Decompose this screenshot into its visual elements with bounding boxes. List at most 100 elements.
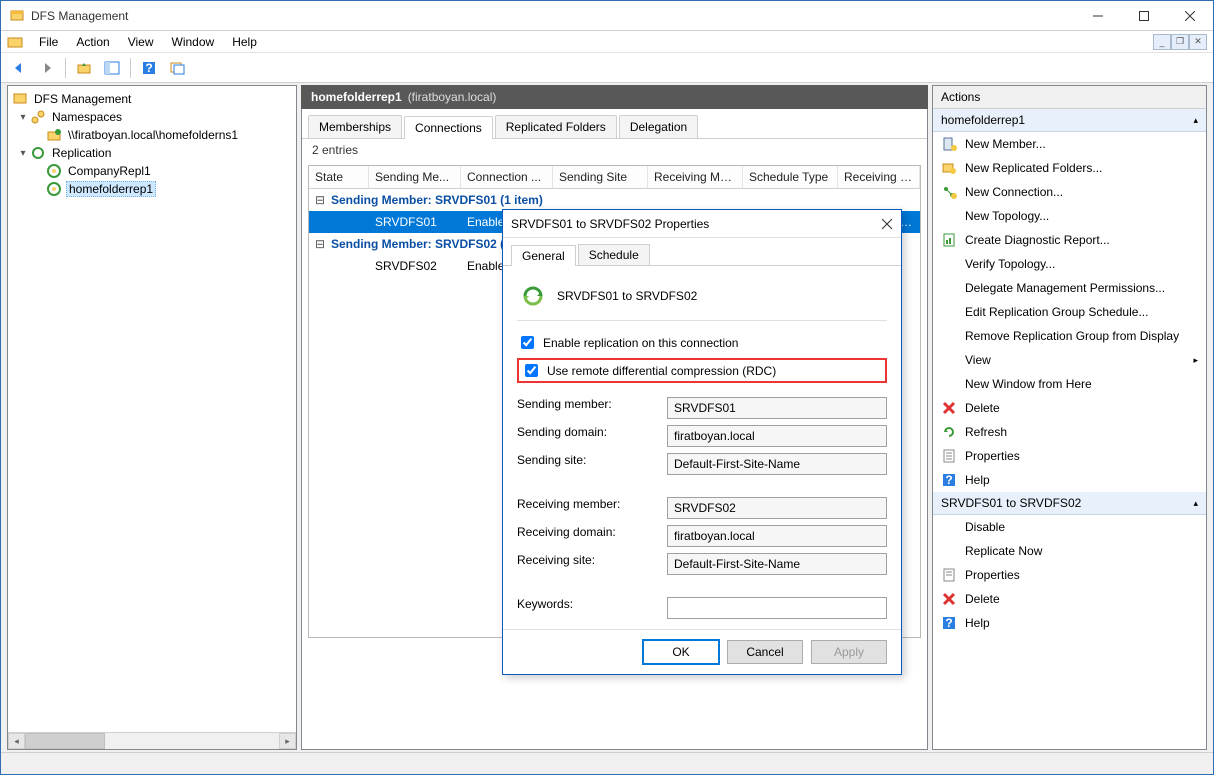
tree-replication-item[interactable]: CompanyRepl1 — [10, 162, 294, 180]
forward-button[interactable] — [35, 56, 59, 80]
titlebar: DFS Management — [1, 1, 1213, 31]
action-delete-2[interactable]: Delete — [933, 587, 1206, 611]
menu-window[interactable]: Window — [164, 33, 223, 51]
center-subtitle: (firatboyan.local) — [408, 90, 497, 104]
checkbox-enable-replication[interactable] — [521, 336, 534, 349]
form-separator — [517, 581, 887, 591]
rep-group-icon — [46, 163, 62, 179]
collapse-icon[interactable]: ▾ — [16, 148, 30, 159]
dialog-tab-general[interactable]: General — [511, 245, 576, 266]
ok-button[interactable]: OK — [643, 640, 719, 664]
new-window-button[interactable] — [165, 56, 189, 80]
action-properties-2[interactable]: Properties — [933, 563, 1206, 587]
namespace-icon — [30, 109, 46, 125]
scroll-left-button[interactable]: ◂ — [8, 733, 25, 749]
blank-icon — [941, 328, 957, 344]
label-receiving-member: Receiving member: — [517, 497, 657, 519]
action-new-connection[interactable]: New Connection... — [933, 180, 1206, 204]
action-replicate-now[interactable]: Replicate Now — [933, 539, 1206, 563]
window-title: DFS Management — [31, 9, 1075, 23]
dialog-body: SRVDFS01 to SRVDFS02 Enable replication … — [503, 266, 901, 629]
scroll-thumb[interactable] — [25, 733, 105, 749]
show-hide-tree-button[interactable] — [100, 56, 124, 80]
field-keywords[interactable] — [667, 597, 887, 619]
col-schedule[interactable]: Schedule Type — [743, 166, 838, 188]
action-new-member[interactable]: New Member... — [933, 132, 1206, 156]
action-refresh[interactable]: Refresh — [933, 420, 1206, 444]
tree-replication[interactable]: ▾ Replication — [10, 144, 294, 162]
col-receiving[interactable]: Receiving Me... — [648, 166, 743, 188]
group-row[interactable]: ⊟ Sending Member: SRVDFS01 (1 item) — [309, 189, 920, 211]
connection-icon — [941, 184, 957, 200]
action-help[interactable]: ? Help — [933, 468, 1206, 492]
col-connection[interactable]: Connection ... — [461, 166, 553, 188]
col-sending[interactable]: Sending Me... — [369, 166, 461, 188]
maximize-button[interactable] — [1121, 1, 1167, 30]
mdi-minimize-button[interactable]: _ — [1153, 34, 1171, 50]
action-new-window[interactable]: New Window from Here — [933, 372, 1206, 396]
col-state[interactable]: State — [309, 166, 369, 188]
tab-connections[interactable]: Connections — [404, 116, 493, 139]
cancel-button[interactable]: Cancel — [727, 640, 803, 664]
help-button[interactable]: ? — [137, 56, 161, 80]
dialog-tab-schedule[interactable]: Schedule — [578, 244, 650, 265]
label-sending-domain: Sending domain: — [517, 425, 657, 447]
action-help-2[interactable]: ? Help — [933, 611, 1206, 635]
collapse-icon[interactable]: ▾ — [16, 112, 30, 123]
action-diagnostic-report[interactable]: Create Diagnostic Report... — [933, 228, 1206, 252]
action-verify-topology[interactable]: Verify Topology... — [933, 252, 1206, 276]
menu-file[interactable]: File — [31, 33, 66, 51]
action-properties[interactable]: Properties — [933, 444, 1206, 468]
action-label: Delete — [965, 592, 1000, 606]
dialog-close-button[interactable] — [881, 218, 893, 230]
scroll-track[interactable] — [25, 733, 279, 749]
action-delete[interactable]: Delete — [933, 396, 1206, 420]
tree-root[interactable]: DFS Management — [10, 90, 294, 108]
action-view[interactable]: View ▸ — [933, 348, 1206, 372]
action-label: Remove Replication Group from Display — [965, 329, 1179, 343]
tree-namespace-item[interactable]: \\firatboyan.local\homefolderns1 — [10, 126, 294, 144]
tree-label: homefolderrep1 — [66, 181, 156, 197]
action-label: New Topology... — [965, 209, 1049, 223]
tree-namespaces[interactable]: ▾ Namespaces — [10, 108, 294, 126]
col-receiving-site[interactable]: Receiving Site — [838, 166, 920, 188]
actions-group-header[interactable]: homefolderrep1 ▴ — [933, 109, 1206, 132]
back-button[interactable] — [7, 56, 31, 80]
tab-delegation[interactable]: Delegation — [619, 115, 698, 138]
up-button[interactable] — [72, 56, 96, 80]
collapse-icon[interactable]: ▴ — [1193, 115, 1198, 126]
enable-replication-checkbox[interactable]: Enable replication on this connection — [517, 331, 887, 354]
center-pane: homefolderrep1 (firatboyan.local) Member… — [301, 85, 928, 750]
toolbar-separator — [65, 58, 66, 78]
tree-pane: DFS Management ▾ Namespaces \\firatboyan… — [7, 85, 297, 750]
menu-action[interactable]: Action — [68, 33, 117, 51]
action-new-replicated-folders[interactable]: New Replicated Folders... — [933, 156, 1206, 180]
menu-view[interactable]: View — [120, 33, 162, 51]
main-window: DFS Management File Action View Window H… — [0, 0, 1214, 775]
action-edit-schedule[interactable]: Edit Replication Group Schedule... — [933, 300, 1206, 324]
mdi-restore-button[interactable]: ❐ — [1171, 34, 1189, 50]
actions-group-header-2[interactable]: SRVDFS01 to SRVDFS02 ▴ — [933, 492, 1206, 515]
scroll-right-button[interactable]: ▸ — [279, 733, 296, 749]
entries-count: 2 entries — [302, 139, 927, 161]
minimize-button[interactable] — [1075, 1, 1121, 30]
action-remove-display[interactable]: Remove Replication Group from Display — [933, 324, 1206, 348]
blank-icon — [941, 304, 957, 320]
tree-replication-item-selected[interactable]: homefolderrep1 — [10, 180, 294, 198]
tab-replicated-folders[interactable]: Replicated Folders — [495, 115, 617, 138]
tab-memberships[interactable]: Memberships — [308, 115, 402, 138]
col-sending-site[interactable]: Sending Site — [553, 166, 648, 188]
action-new-topology[interactable]: New Topology... — [933, 204, 1206, 228]
collapse-icon[interactable]: ⊟ — [315, 237, 331, 251]
menu-help[interactable]: Help — [224, 33, 265, 51]
rdc-checkbox-highlighted[interactable]: Use remote differential compression (RDC… — [517, 358, 887, 383]
action-delegate-permissions[interactable]: Delegate Management Permissions... — [933, 276, 1206, 300]
cell-sending: SRVDFS01 — [369, 215, 461, 229]
checkbox-rdc[interactable] — [525, 364, 538, 377]
action-disable[interactable]: Disable — [933, 515, 1206, 539]
collapse-icon[interactable]: ⊟ — [315, 193, 331, 207]
close-button[interactable] — [1167, 1, 1213, 30]
tree-scrollbar[interactable]: ◂ ▸ — [8, 732, 296, 749]
mdi-close-button[interactable]: ✕ — [1189, 34, 1207, 50]
collapse-icon[interactable]: ▴ — [1193, 498, 1198, 509]
